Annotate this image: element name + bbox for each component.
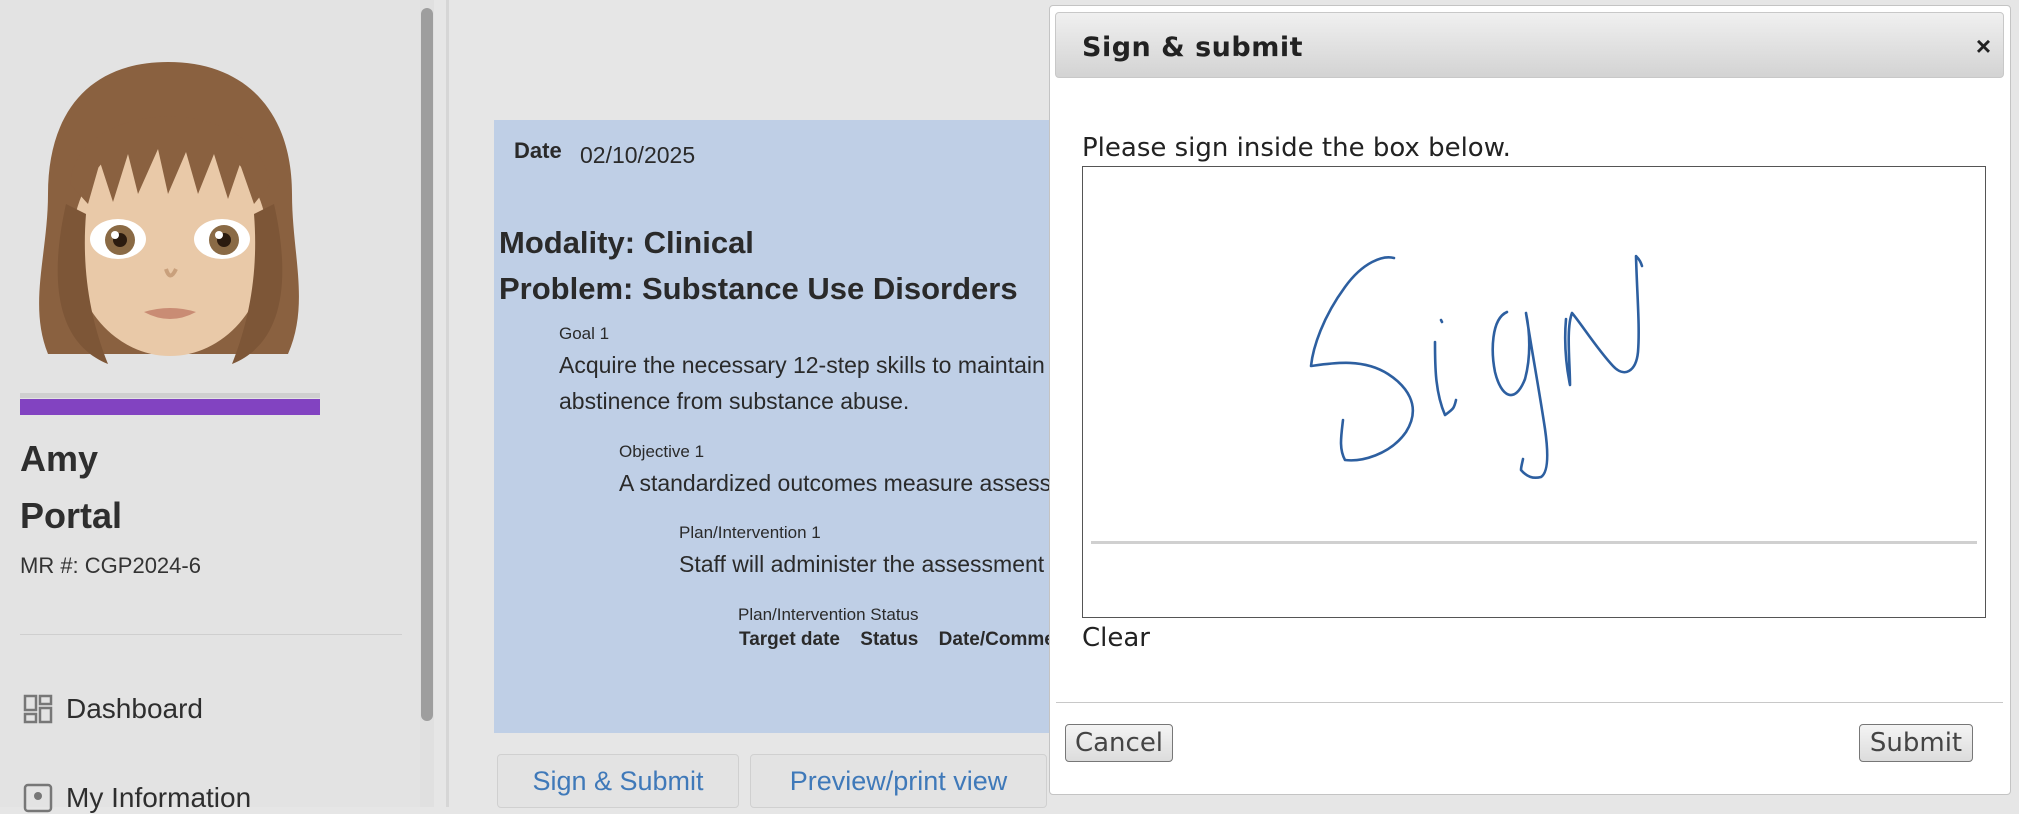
preview-print-button[interactable]: Preview/print view [750, 754, 1047, 808]
status-table-header: Target date Status Date/Comments [739, 629, 1064, 651]
date-label: Date [514, 138, 562, 163]
patient-color-bar [20, 399, 320, 415]
cancel-button[interactable]: Cancel [1065, 724, 1173, 762]
clear-signature-link[interactable]: Clear [1082, 623, 1150, 653]
dialog-footer-divider [1056, 702, 2003, 703]
sidebar-item-label: Dashboard [66, 693, 203, 724]
panel-divider [446, 0, 449, 807]
sidebar-item-dashboard[interactable]: Dashboard [22, 693, 203, 725]
info-icon [23, 783, 53, 813]
intervention-label: Plan/Intervention 1 [679, 523, 821, 542]
sidebar: Amy Portal MR #: CGP2024-6 Dashboard My … [0, 0, 420, 813]
date-value: 02/10/2025 [580, 142, 696, 168]
dialog-header[interactable]: Sign & submit × [1055, 12, 2004, 78]
problem-heading: Problem: Substance Use Disorders [499, 271, 1018, 306]
sidebar-scrollbar-thumb[interactable] [421, 8, 433, 721]
sign-submit-button[interactable]: Sign & Submit [497, 754, 739, 808]
modality-heading: Modality: Clinical [499, 225, 754, 260]
medical-record-number: MR #: CGP2024-6 [20, 553, 201, 578]
treatment-plan-panel: Date 02/10/2025 Modality: Clinical Probl… [494, 120, 1064, 733]
signature-baseline [1091, 541, 1977, 544]
close-icon[interactable]: × [1976, 31, 1991, 62]
patient-first-name: Amy [20, 438, 99, 479]
sidebar-item-label: My Information [66, 782, 252, 813]
dashboard-icon [23, 694, 53, 724]
submit-button[interactable]: Submit [1859, 724, 1973, 762]
sidebar-divider [20, 634, 402, 635]
sidebar-item-my-information[interactable]: My Information [22, 782, 251, 814]
signature-drawing [1309, 254, 1644, 480]
patient-last-name: Portal [20, 495, 123, 536]
column-header: Date/Comments [938, 629, 1064, 650]
intervention-status-label: Plan/Intervention Status [738, 605, 919, 624]
column-header: Target date [739, 629, 841, 650]
goal-text: Acquire the necessary 12-step skills to … [559, 352, 1064, 414]
objective-label: Objective 1 [619, 442, 705, 461]
intervention-text: Staff will administer the assessment [679, 551, 1045, 577]
objective-text: A standardized outcomes measure assessme… [619, 470, 1064, 496]
patient-avatar [39, 62, 299, 364]
sign-submit-dialog: Sign & submit × Please sign inside the b… [1049, 5, 2011, 795]
dialog-title: Sign & submit [1082, 32, 1304, 63]
column-header: Status [860, 629, 919, 650]
signature-pad[interactable] [1082, 166, 1986, 618]
goal-label: Goal 1 [559, 324, 610, 343]
signature-instruction: Please sign inside the box below. [1082, 133, 1511, 163]
avatar-divider [20, 393, 320, 398]
